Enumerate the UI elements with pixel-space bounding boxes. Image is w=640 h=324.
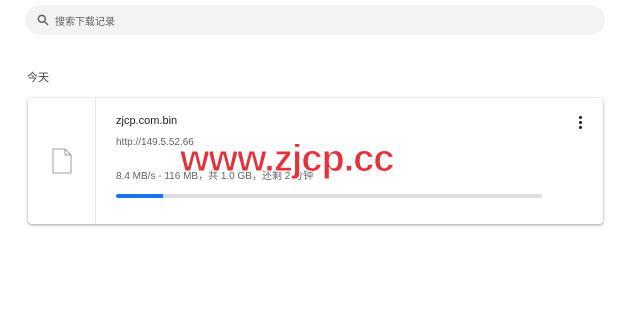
watermark: www.zjcp.cc — [180, 138, 396, 181]
file-icon — [52, 148, 71, 174]
search-bar[interactable]: 搜索下载记录 — [25, 5, 605, 35]
date-section-label: 今天 — [27, 72, 49, 84]
more-vert-icon — [578, 115, 582, 119]
progress-bar — [116, 194, 542, 198]
progress-bar-fill — [116, 194, 163, 198]
search-icon — [36, 13, 50, 27]
search-input[interactable]: 搜索下载记录 — [55, 13, 115, 28]
file-name-link[interactable]: zjcp.com.bin — [116, 115, 177, 127]
file-icon-column — [28, 98, 96, 224]
more-options-button[interactable] — [575, 114, 585, 130]
